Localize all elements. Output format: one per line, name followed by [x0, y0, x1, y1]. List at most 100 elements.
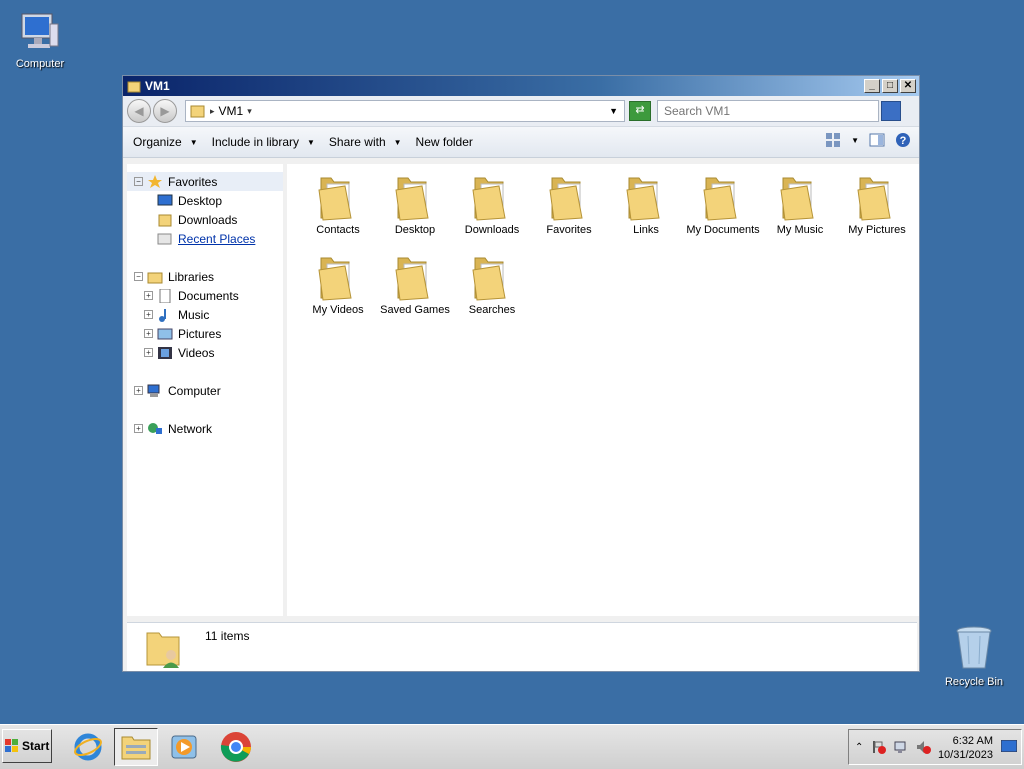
desktop-computer-label: Computer [15, 58, 65, 70]
item-count: 11 items [205, 629, 250, 643]
action-center-flag-icon[interactable] [871, 739, 887, 755]
nav-pictures-label: Pictures [178, 326, 222, 341]
forward-button[interactable]: ▶ [153, 99, 177, 123]
folder-item[interactable]: Links [609, 172, 683, 236]
show-desktop-icon[interactable] [1001, 740, 1017, 752]
expand-icon[interactable]: + [144, 310, 153, 319]
back-button[interactable]: ◀ [127, 99, 151, 123]
breadcrumb-arrow-icon[interactable]: ▸ [210, 106, 215, 117]
folder-item[interactable]: Saved Games [378, 252, 452, 316]
network-icon [148, 422, 162, 434]
view-options-icon[interactable] [825, 132, 841, 148]
expand-icon[interactable]: + [144, 348, 153, 357]
folder-item[interactable]: Searches [455, 252, 529, 316]
recycle-bin-icon [956, 626, 992, 669]
new-folder-label: New folder [415, 135, 473, 149]
preview-pane-icon[interactable] [869, 132, 885, 148]
folder-label: My Videos [312, 304, 364, 316]
nav-favorites-label: Favorites [168, 174, 218, 189]
star-icon [148, 174, 162, 188]
nav-music[interactable]: + Music [127, 305, 283, 324]
folder-user-icon [127, 81, 141, 93]
nav-desktop[interactable]: Desktop [127, 191, 283, 210]
taskbar-chrome[interactable] [214, 728, 258, 766]
desktop-computer-icon[interactable]: Computer [0, 10, 80, 70]
folder-item[interactable]: My Documents [686, 172, 760, 236]
folder-item[interactable]: My Pictures [840, 172, 914, 236]
show-hidden-icons-icon[interactable]: ⌃ [855, 742, 863, 753]
searches-folder-icon [472, 257, 506, 301]
computer-icon [21, 13, 59, 48]
media-player-icon [171, 735, 197, 759]
collapse-icon[interactable]: − [134, 272, 143, 281]
refresh-button[interactable]: ⇄ [629, 101, 651, 121]
include-in-library-button[interactable]: Include in library ▼ [212, 135, 315, 149]
expand-icon[interactable]: + [134, 386, 143, 395]
breadcrumb-chevron-icon[interactable]: ▾ [247, 106, 252, 117]
expand-icon[interactable]: + [144, 329, 153, 338]
folder-item[interactable]: My Music [763, 172, 837, 236]
command-bar: Organize ▼ Include in library ▼ Share with… [123, 127, 919, 158]
folder-item[interactable]: Contacts [301, 172, 375, 236]
new-folder-button[interactable]: New folder [416, 135, 473, 149]
nav-documents[interactable]: + Documents [127, 286, 283, 305]
title-bar[interactable]: VM1 _ □ ✕ [123, 76, 919, 96]
search-icon[interactable] [881, 101, 901, 121]
documents-folder-icon [703, 177, 737, 221]
taskbar-internet-explorer[interactable] [66, 728, 110, 766]
folder-label: Searches [468, 304, 516, 316]
nav-favorites[interactable]: − Favorites [127, 172, 283, 191]
close-button[interactable]: ✕ [900, 79, 916, 93]
downloads-folder-icon [472, 177, 506, 221]
organize-button[interactable]: Organize ▼ [133, 135, 198, 149]
libraries-icon [147, 272, 163, 283]
nav-network[interactable]: + Network [127, 419, 283, 438]
folder-item[interactable]: Favorites [532, 172, 606, 236]
expand-icon[interactable]: + [134, 424, 143, 433]
start-button[interactable]: Start [2, 729, 52, 763]
network-status-icon[interactable] [893, 739, 909, 755]
nav-libraries[interactable]: − Libraries [127, 267, 283, 286]
nav-downloads[interactable]: Downloads [127, 210, 283, 229]
volume-muted-icon[interactable] [915, 739, 932, 755]
folder-label: My Pictures [848, 224, 906, 236]
nav-computer-label: Computer [168, 383, 221, 398]
taskbar-explorer[interactable] [114, 728, 158, 766]
games-folder-icon [395, 257, 429, 301]
search-input[interactable] [657, 100, 879, 122]
nav-recent-label: Recent Places [178, 231, 256, 246]
folder-item[interactable]: My Videos [301, 252, 375, 316]
address-dropdown-icon[interactable]: ▼ [609, 106, 618, 116]
folder-label: Saved Games [380, 304, 450, 316]
desktop-recycle-bin[interactable]: Recycle Bin [934, 624, 1014, 688]
folder-user-icon [190, 105, 205, 118]
contacts-folder-icon [318, 177, 352, 221]
collapse-icon[interactable]: − [134, 177, 143, 186]
include-label: Include in library [211, 135, 299, 149]
details-pane: 11 items [127, 622, 917, 671]
nav-computer[interactable]: + Computer [127, 381, 283, 400]
clock-date: 10/31/2023 [937, 749, 993, 761]
videos-icon [158, 346, 172, 359]
share-with-button[interactable]: Share with ▼ [329, 135, 402, 149]
folder-user-icon [146, 632, 180, 668]
folder-item[interactable]: Desktop [378, 172, 452, 236]
file-list: Contacts Desktop Downloads Favorites Links My… [287, 164, 919, 616]
taskbar-media-player[interactable] [162, 728, 206, 766]
help-icon[interactable]: ? [895, 132, 911, 148]
nav-recent-places[interactable]: Recent Places [127, 229, 283, 248]
organize-label: Organize [133, 135, 182, 149]
folder-item[interactable]: Downloads [455, 172, 529, 236]
breadcrumb-vm1[interactable]: VM1 [219, 104, 244, 118]
view-dropdown-icon[interactable]: ▼ [851, 136, 859, 145]
nav-pictures[interactable]: + Pictures [127, 324, 283, 343]
address-bar[interactable]: ▸ VM1 ▾ ▼ [185, 100, 625, 122]
chevron-down-icon: ▼ [307, 137, 315, 147]
clock[interactable]: 6:32 AM 10/31/2023 [938, 734, 993, 762]
expand-icon[interactable]: + [144, 291, 153, 300]
nav-videos[interactable]: + Videos [127, 343, 283, 362]
minimize-button[interactable]: _ [864, 79, 880, 93]
folder-label: Favorites [546, 224, 592, 236]
maximize-button[interactable]: □ [882, 79, 898, 93]
documents-icon [159, 288, 171, 303]
